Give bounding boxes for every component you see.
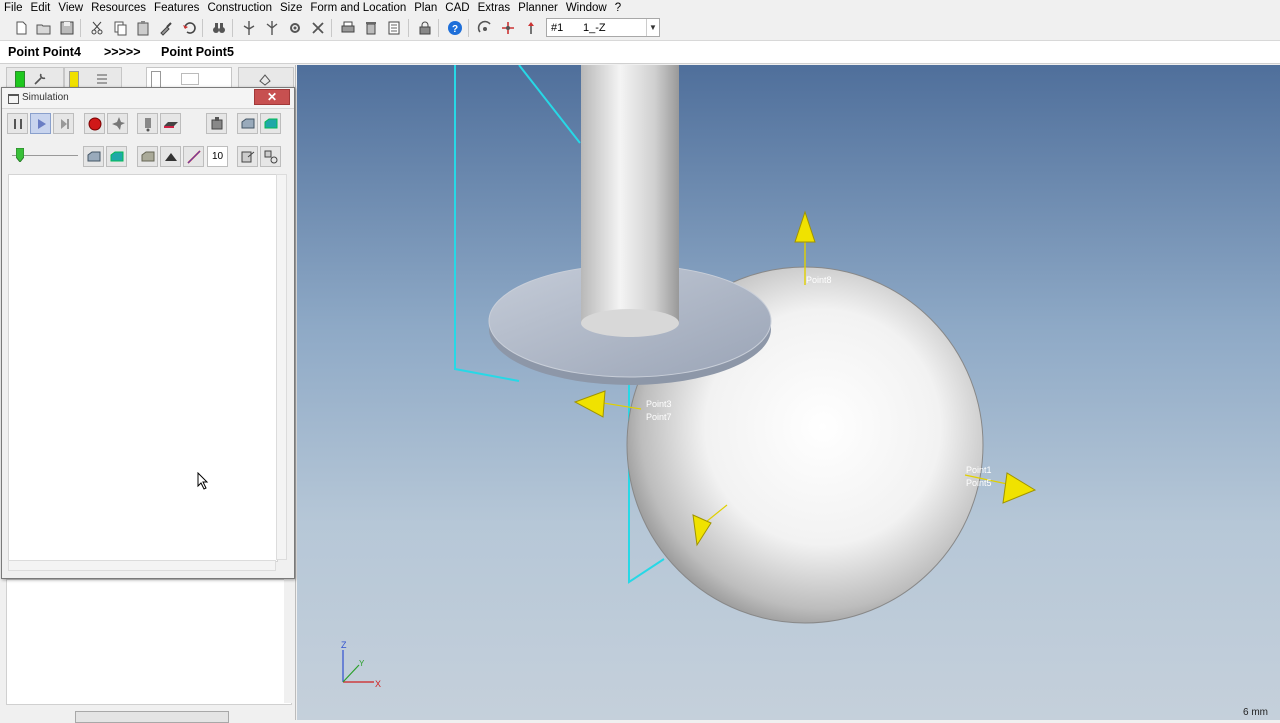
simulation-title: Simulation: [22, 92, 69, 103]
grid-icon: [181, 73, 199, 85]
left-panel-footer-button[interactable]: [75, 711, 229, 723]
view-number: #1: [551, 21, 564, 34]
menu-resources[interactable]: Resources: [87, 0, 150, 16]
svg-text:?: ?: [452, 24, 458, 35]
scale-label: 6 mm: [1243, 707, 1268, 718]
simulation-titlebar[interactable]: Simulation ✕: [2, 88, 294, 109]
view-iso-icon[interactable]: [106, 146, 127, 167]
simulation-horizontal-scrollbar[interactable]: [8, 560, 276, 571]
line-tool-icon[interactable]: [183, 146, 204, 167]
tools-icon[interactable]: [309, 19, 327, 37]
view-selector[interactable]: #1 1_-Z ▼: [546, 18, 660, 37]
speed-value[interactable]: 10: [207, 146, 228, 167]
left-panel-scrollbar[interactable]: [284, 579, 292, 703]
cad-scene: Point8 Point3 Point7 Point1 Point5 Z Y X: [341, 65, 1037, 689]
z-axis-label: Z: [341, 640, 347, 650]
simulation-list[interactable]: [8, 174, 278, 562]
print-icon[interactable]: [339, 19, 357, 37]
play-button[interactable]: [30, 113, 51, 134]
menu-form-and-location[interactable]: Form and Location: [306, 0, 410, 16]
point7-label: Point7: [646, 412, 672, 422]
mouse-cursor-icon: [197, 471, 209, 490]
menu-plan[interactable]: Plan: [410, 0, 441, 16]
step-button[interactable]: [53, 113, 74, 134]
machine-view-icon[interactable]: [237, 113, 258, 134]
delete-icon[interactable]: [362, 19, 380, 37]
move-view-icon[interactable]: [476, 19, 494, 37]
open-file-icon[interactable]: [35, 19, 53, 37]
probe-tool-icon[interactable]: [240, 19, 258, 37]
x-axis-label: X: [375, 679, 381, 689]
view-value: 1_-Z: [583, 21, 606, 34]
menu-planner[interactable]: Planner: [514, 0, 562, 16]
probe-stylus: [488, 65, 772, 385]
paste-icon[interactable]: [134, 19, 152, 37]
element-list-area[interactable]: [6, 579, 292, 705]
y-axis-label: Y: [359, 659, 365, 668]
path-arrow-label: >>>>>: [104, 45, 141, 59]
speed-slider-thumb[interactable]: [15, 147, 25, 163]
machine-3d-icon[interactable]: [260, 113, 281, 134]
report-icon[interactable]: [385, 19, 403, 37]
green-status-icon: [15, 71, 25, 88]
rotate-view-icon[interactable]: [522, 19, 540, 37]
probe-head-icon[interactable]: [137, 113, 158, 134]
empty-status-icon: [151, 71, 161, 88]
brush-icon[interactable]: [157, 19, 175, 37]
collision-icon[interactable]: [107, 113, 128, 134]
point8-label: Point8: [806, 275, 832, 285]
to-point-label: Point Point5: [161, 45, 234, 59]
point1-label: Point1: [966, 465, 992, 475]
menu-features[interactable]: Features: [150, 0, 203, 16]
point5-label: Point5: [966, 478, 992, 488]
undo-icon[interactable]: [180, 19, 198, 37]
menu-construction[interactable]: Construction: [203, 0, 276, 16]
menu-view[interactable]: View: [54, 0, 87, 16]
close-button[interactable]: ✕: [254, 89, 290, 105]
lock-icon[interactable]: [416, 19, 434, 37]
menu-edit[interactable]: Edit: [27, 0, 55, 16]
pause-button[interactable]: [7, 113, 28, 134]
menu-extras[interactable]: Extras: [474, 0, 515, 16]
window-icon: [8, 94, 19, 104]
export-icon[interactable]: [237, 146, 258, 167]
menu-window[interactable]: Window: [562, 0, 611, 16]
record-button[interactable]: [84, 113, 105, 134]
settings-icon[interactable]: [260, 146, 281, 167]
menu-bar: File Edit View Resources Features Constr…: [0, 0, 1280, 16]
menu-help[interactable]: ?: [611, 0, 625, 16]
sensor-icon[interactable]: [206, 113, 227, 134]
machine-bed-icon[interactable]: [160, 113, 181, 134]
copy-icon[interactable]: [111, 19, 129, 37]
speed-slider[interactable]: [12, 147, 78, 163]
chevron-down-icon[interactable]: ▼: [646, 19, 659, 36]
zoom-view-icon[interactable]: [499, 19, 517, 37]
yellow-status-icon: [69, 71, 79, 88]
view-front-icon[interactable]: [83, 146, 104, 167]
gear-tools-icon[interactable]: [286, 19, 304, 37]
simulation-vertical-scrollbar[interactable]: [276, 174, 287, 560]
from-point-label: Point Point4: [8, 45, 81, 59]
point3-label: Point3: [646, 399, 672, 409]
tab-tools[interactable]: [6, 67, 64, 89]
measurement-path-bar: Point Point4 >>>>> Point Point5: [0, 41, 1280, 64]
view-side-icon[interactable]: [137, 146, 158, 167]
cad-viewport[interactable]: Point8 Point3 Point7 Point1 Point5 Z Y X…: [297, 65, 1280, 720]
menu-cad[interactable]: CAD: [441, 0, 473, 16]
simulation-window: Simulation ✕ 10: [1, 87, 295, 579]
menu-size[interactable]: Size: [276, 0, 306, 16]
menu-file[interactable]: File: [0, 0, 27, 16]
binoculars-icon[interactable]: [210, 19, 228, 37]
tab-characteristics[interactable]: [146, 67, 232, 89]
cut-icon[interactable]: [88, 19, 106, 37]
help-icon[interactable]: ?: [446, 19, 464, 37]
tab-plan[interactable]: [64, 67, 122, 89]
axis-triad: Z Y X: [341, 640, 381, 689]
new-file-icon[interactable]: [12, 19, 30, 37]
probe-config-icon[interactable]: [263, 19, 281, 37]
triangle-up-icon[interactable]: [160, 146, 181, 167]
tab-cad[interactable]: [238, 67, 294, 89]
save-icon[interactable]: [58, 19, 76, 37]
